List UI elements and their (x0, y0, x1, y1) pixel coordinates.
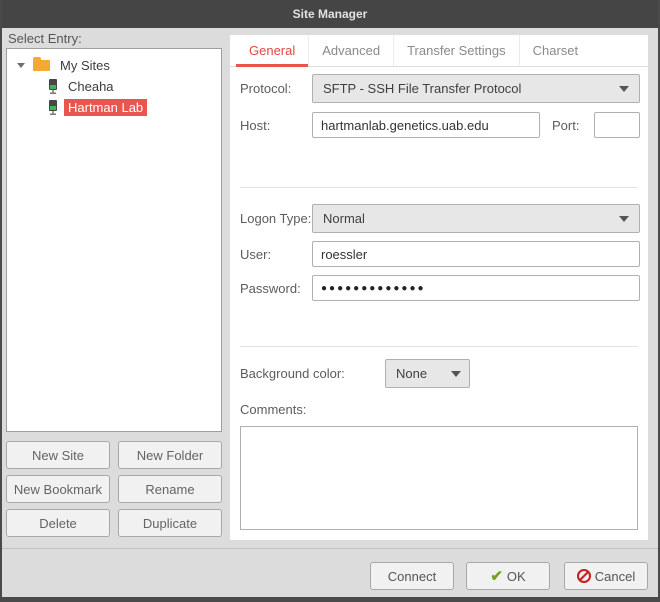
window-border (0, 597, 660, 602)
protocol-select[interactable]: SFTP - SSH File Transfer Protocol (312, 74, 640, 103)
protocol-value: SFTP - SSH File Transfer Protocol (323, 81, 521, 96)
checkmark-icon: ✔ (490, 569, 503, 584)
tree-item-label: Cheaha (64, 78, 118, 95)
tree-actions: New Site New Folder New Bookmark Rename … (6, 441, 222, 537)
tab-transfer-settings[interactable]: Transfer Settings (393, 35, 519, 66)
cancel-icon (577, 569, 591, 583)
logon-type-label: Logon Type: (240, 211, 311, 226)
chevron-down-icon (451, 371, 461, 377)
tree-item-my-sites[interactable]: My Sites (7, 55, 221, 76)
separator (240, 346, 638, 347)
folder-icon (33, 60, 50, 71)
server-icon (47, 79, 59, 95)
window-border (0, 0, 2, 602)
ok-button[interactable]: ✔ OK (466, 562, 550, 590)
tree-item-label-selected: Hartman Lab (64, 99, 147, 116)
site-tree[interactable]: My Sites Cheaha Hartman Lab (6, 48, 222, 432)
protocol-label: Protocol: (240, 81, 291, 96)
host-input[interactable] (312, 112, 540, 138)
chevron-down-icon (619, 86, 629, 92)
new-bookmark-button[interactable]: New Bookmark (6, 475, 110, 503)
tab-general[interactable]: General (236, 35, 308, 66)
tree-item-hartman-lab[interactable]: Hartman Lab (7, 97, 221, 118)
password-input[interactable] (312, 275, 640, 301)
tabbar: General Advanced Transfer Settings Chars… (230, 35, 648, 67)
settings-panel: General Advanced Transfer Settings Chars… (230, 35, 648, 540)
ok-button-label: OK (507, 569, 526, 584)
titlebar[interactable]: Site Manager (0, 0, 660, 28)
background-color-value: None (396, 366, 427, 381)
connect-button-label: Connect (388, 569, 436, 584)
site-manager-dialog: Site Manager Select Entry: My Sites Chea… (0, 0, 660, 602)
separator (240, 187, 638, 188)
new-folder-button[interactable]: New Folder (118, 441, 222, 469)
user-input[interactable] (312, 241, 640, 267)
cancel-button[interactable]: Cancel (564, 562, 648, 590)
background-color-select[interactable]: None (385, 359, 470, 388)
expander-icon[interactable] (17, 63, 25, 68)
user-label: User: (240, 247, 271, 262)
port-label: Port: (552, 118, 579, 133)
window-title: Site Manager (293, 7, 368, 21)
chevron-down-icon (619, 216, 629, 222)
duplicate-button[interactable]: Duplicate (118, 509, 222, 537)
tab-charset[interactable]: Charset (519, 35, 592, 66)
select-entry-label: Select Entry: (8, 31, 82, 46)
tab-advanced[interactable]: Advanced (308, 35, 393, 66)
cancel-button-label: Cancel (595, 569, 635, 584)
tree-item-label: My Sites (56, 57, 114, 74)
comments-label: Comments: (240, 402, 306, 417)
background-color-label: Background color: (240, 366, 345, 381)
host-label: Host: (240, 118, 270, 133)
connect-button[interactable]: Connect (370, 562, 454, 590)
server-icon (47, 100, 59, 116)
logon-type-select[interactable]: Normal (312, 204, 640, 233)
footer-separator (0, 548, 660, 549)
password-label: Password: (240, 281, 301, 296)
logon-type-value: Normal (323, 211, 365, 226)
delete-button[interactable]: Delete (6, 509, 110, 537)
rename-button[interactable]: Rename (118, 475, 222, 503)
comments-textarea[interactable] (240, 426, 638, 530)
new-site-button[interactable]: New Site (6, 441, 110, 469)
port-input[interactable] (594, 112, 640, 138)
tree-item-cheaha[interactable]: Cheaha (7, 76, 221, 97)
